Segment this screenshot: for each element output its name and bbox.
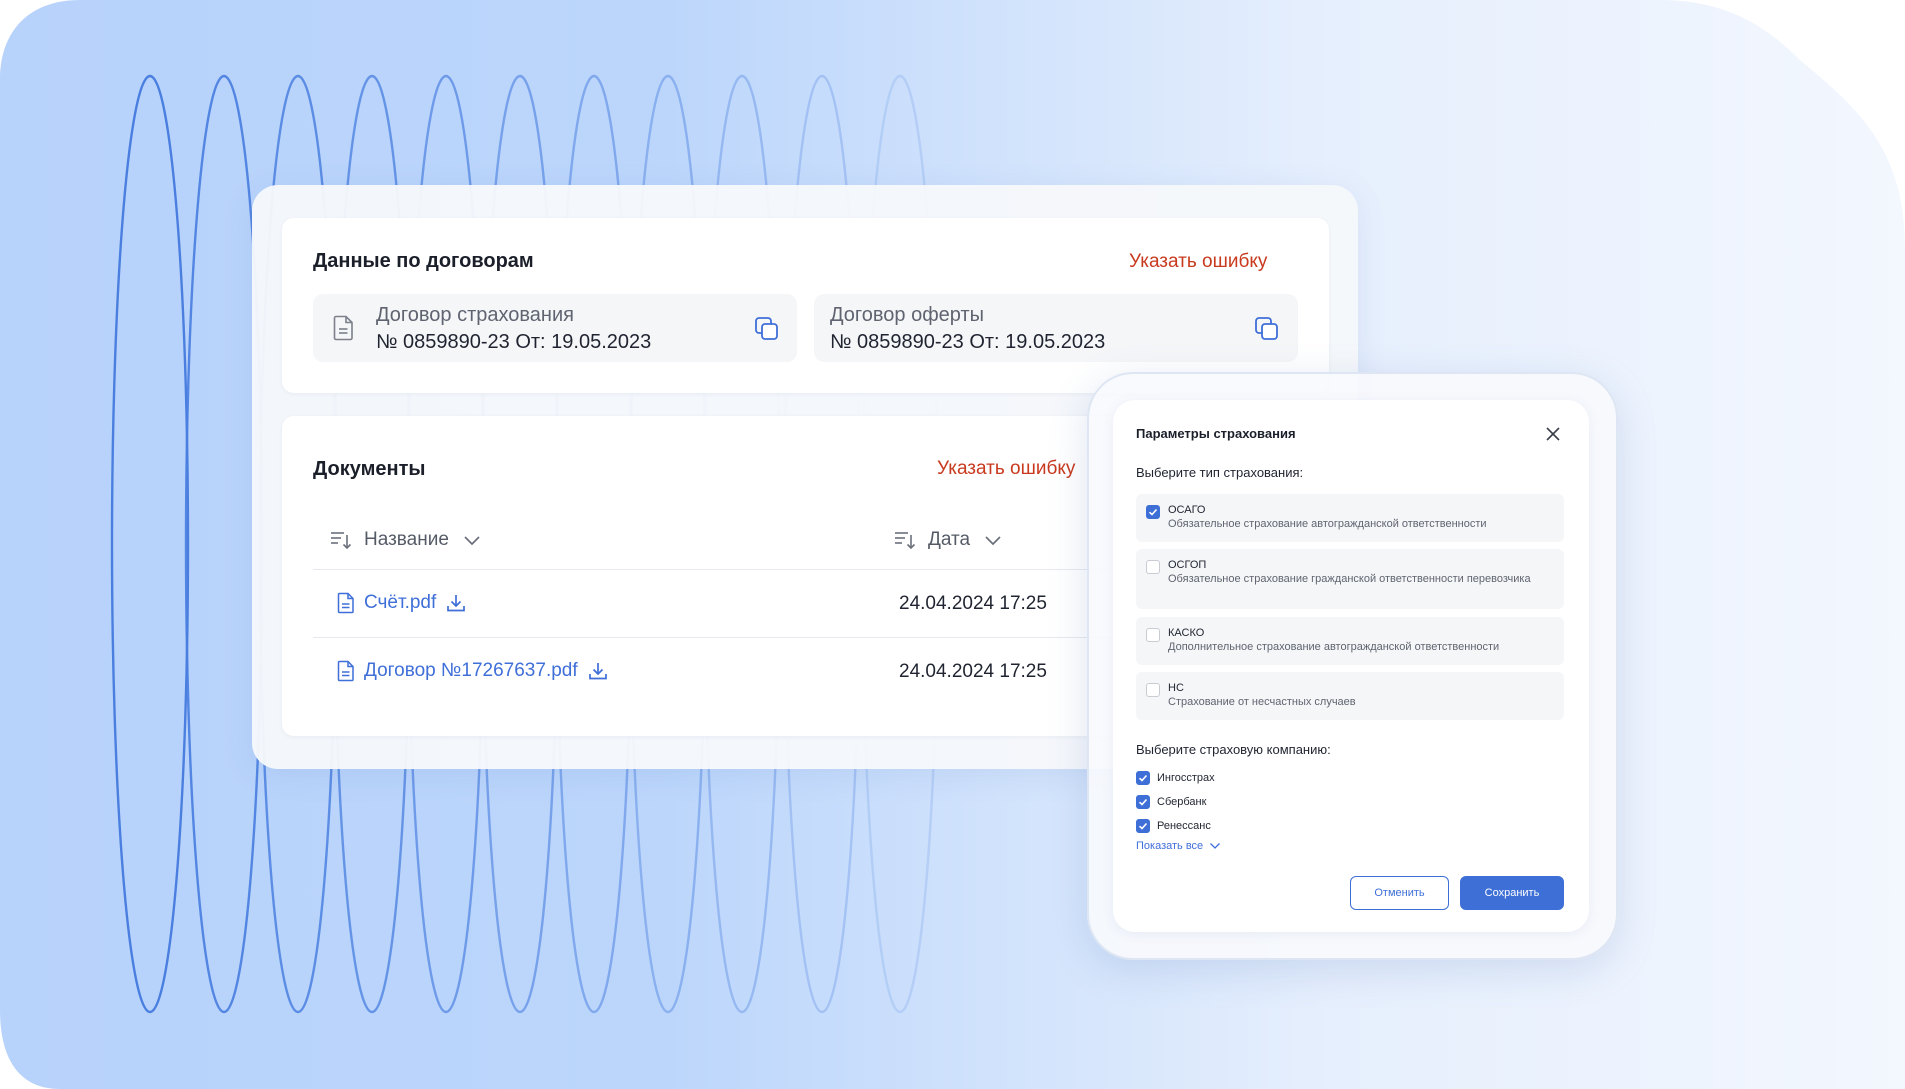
- contract-box-insurance[interactable]: Договор страхования № 0859890-23 От: 19.…: [313, 294, 797, 362]
- insurance-option-osgop[interactable]: ОСГОП Обязательное страхование гражданск…: [1136, 549, 1564, 609]
- option-name: ОСГОП: [1168, 559, 1207, 571]
- file-date: 24.04.2024 17:25: [899, 593, 1047, 614]
- checkbox-checked[interactable]: [1146, 505, 1160, 519]
- column-header-date[interactable]: Дата: [894, 529, 1002, 551]
- contract-box-offer[interactable]: Договор оферты № 0859890-23 От: 19.05.20…: [814, 294, 1298, 362]
- company-option-ingosstrakh[interactable]: Ингосстрах: [1136, 770, 1215, 786]
- file-name: Договор №17267637.pdf: [364, 660, 578, 681]
- option-description: Дополнительное страхование автогражданск…: [1168, 641, 1500, 653]
- show-all-link[interactable]: Показать все: [1136, 840, 1221, 852]
- insurance-company-prompt: Выберите страховую компанию:: [1136, 742, 1331, 757]
- close-icon[interactable]: [1543, 424, 1563, 444]
- checkbox-unchecked[interactable]: [1146, 683, 1160, 697]
- column-header-name[interactable]: Название: [330, 529, 481, 551]
- option-description: Страхование от несчастных случаев: [1168, 696, 1356, 708]
- show-all-label: Показать все: [1136, 840, 1204, 852]
- copy-icon[interactable]: [1254, 316, 1280, 342]
- checkbox-unchecked[interactable]: [1146, 560, 1160, 574]
- sort-icon: [331, 532, 352, 550]
- chevron-down-icon: [1210, 843, 1221, 849]
- column-name-label: Название: [364, 529, 449, 550]
- company-name: Сбербанк: [1157, 796, 1207, 808]
- insurance-option-osago[interactable]: ОСАГО Обязательное страхование автогражд…: [1136, 494, 1564, 542]
- check-icon: [1138, 774, 1148, 782]
- file-name: Счёт.pdf: [364, 592, 437, 613]
- sort-icon: [895, 532, 916, 550]
- company-name: Ренессанс: [1157, 820, 1211, 832]
- company-name: Ингосстрах: [1157, 772, 1215, 784]
- table-row-file-link[interactable]: Счёт.pdf: [336, 592, 466, 614]
- insurance-type-prompt: Выберите тип страхования:: [1136, 465, 1304, 480]
- column-date-label: Дата: [928, 529, 971, 550]
- download-icon[interactable]: [446, 593, 466, 613]
- option-description: Обязательное страхование гражданской отв…: [1168, 573, 1531, 585]
- document-icon: [333, 315, 353, 341]
- documents-title: Документы: [313, 458, 426, 480]
- chevron-down-icon: [464, 536, 480, 546]
- contract-title: Договор страхования: [376, 304, 574, 326]
- document-icon: [337, 592, 354, 614]
- company-option-renaissance[interactable]: Ренессанс: [1136, 818, 1211, 834]
- contracts-report-error-link[interactable]: Указать ошибку: [1129, 251, 1267, 273]
- copy-icon[interactable]: [754, 316, 780, 342]
- modal-title: Параметры страхования: [1136, 426, 1296, 441]
- company-option-sberbank[interactable]: Сбербанк: [1136, 794, 1206, 810]
- document-icon: [337, 660, 354, 682]
- insurance-option-kasko[interactable]: КАСКО Дополнительное страхование автогра…: [1136, 617, 1564, 665]
- cancel-button[interactable]: Отменить: [1350, 876, 1449, 910]
- contract-title: Договор оферты: [830, 304, 984, 326]
- checkbox-checked[interactable]: [1136, 819, 1150, 833]
- check-icon: [1148, 508, 1158, 516]
- file-date: 24.04.2024 17:25: [899, 661, 1047, 682]
- option-name: ОСАГО: [1168, 504, 1206, 516]
- chevron-down-icon: [985, 536, 1001, 546]
- option-name: КАСКО: [1168, 627, 1205, 639]
- check-icon: [1138, 822, 1148, 830]
- table-row-file-link[interactable]: Договор №17267637.pdf: [336, 660, 608, 682]
- documents-report-error-link[interactable]: Указать ошибку: [937, 458, 1075, 480]
- save-button[interactable]: Сохранить: [1460, 876, 1564, 910]
- checkbox-unchecked[interactable]: [1146, 628, 1160, 642]
- checkbox-checked[interactable]: [1136, 771, 1150, 785]
- option-description: Обязательное страхование автогражданской…: [1168, 518, 1487, 530]
- check-icon: [1138, 798, 1148, 806]
- checkbox-checked[interactable]: [1136, 795, 1150, 809]
- contract-number: № 0859890-23 От: 19.05.2023: [376, 331, 652, 353]
- contracts-title: Данные по договорам: [313, 250, 534, 272]
- contract-number: № 0859890-23 От: 19.05.2023: [830, 331, 1106, 353]
- insurance-option-ns[interactable]: НС Страхование от несчастных случаев: [1136, 672, 1564, 720]
- download-icon[interactable]: [588, 661, 608, 681]
- option-name: НС: [1168, 682, 1184, 694]
